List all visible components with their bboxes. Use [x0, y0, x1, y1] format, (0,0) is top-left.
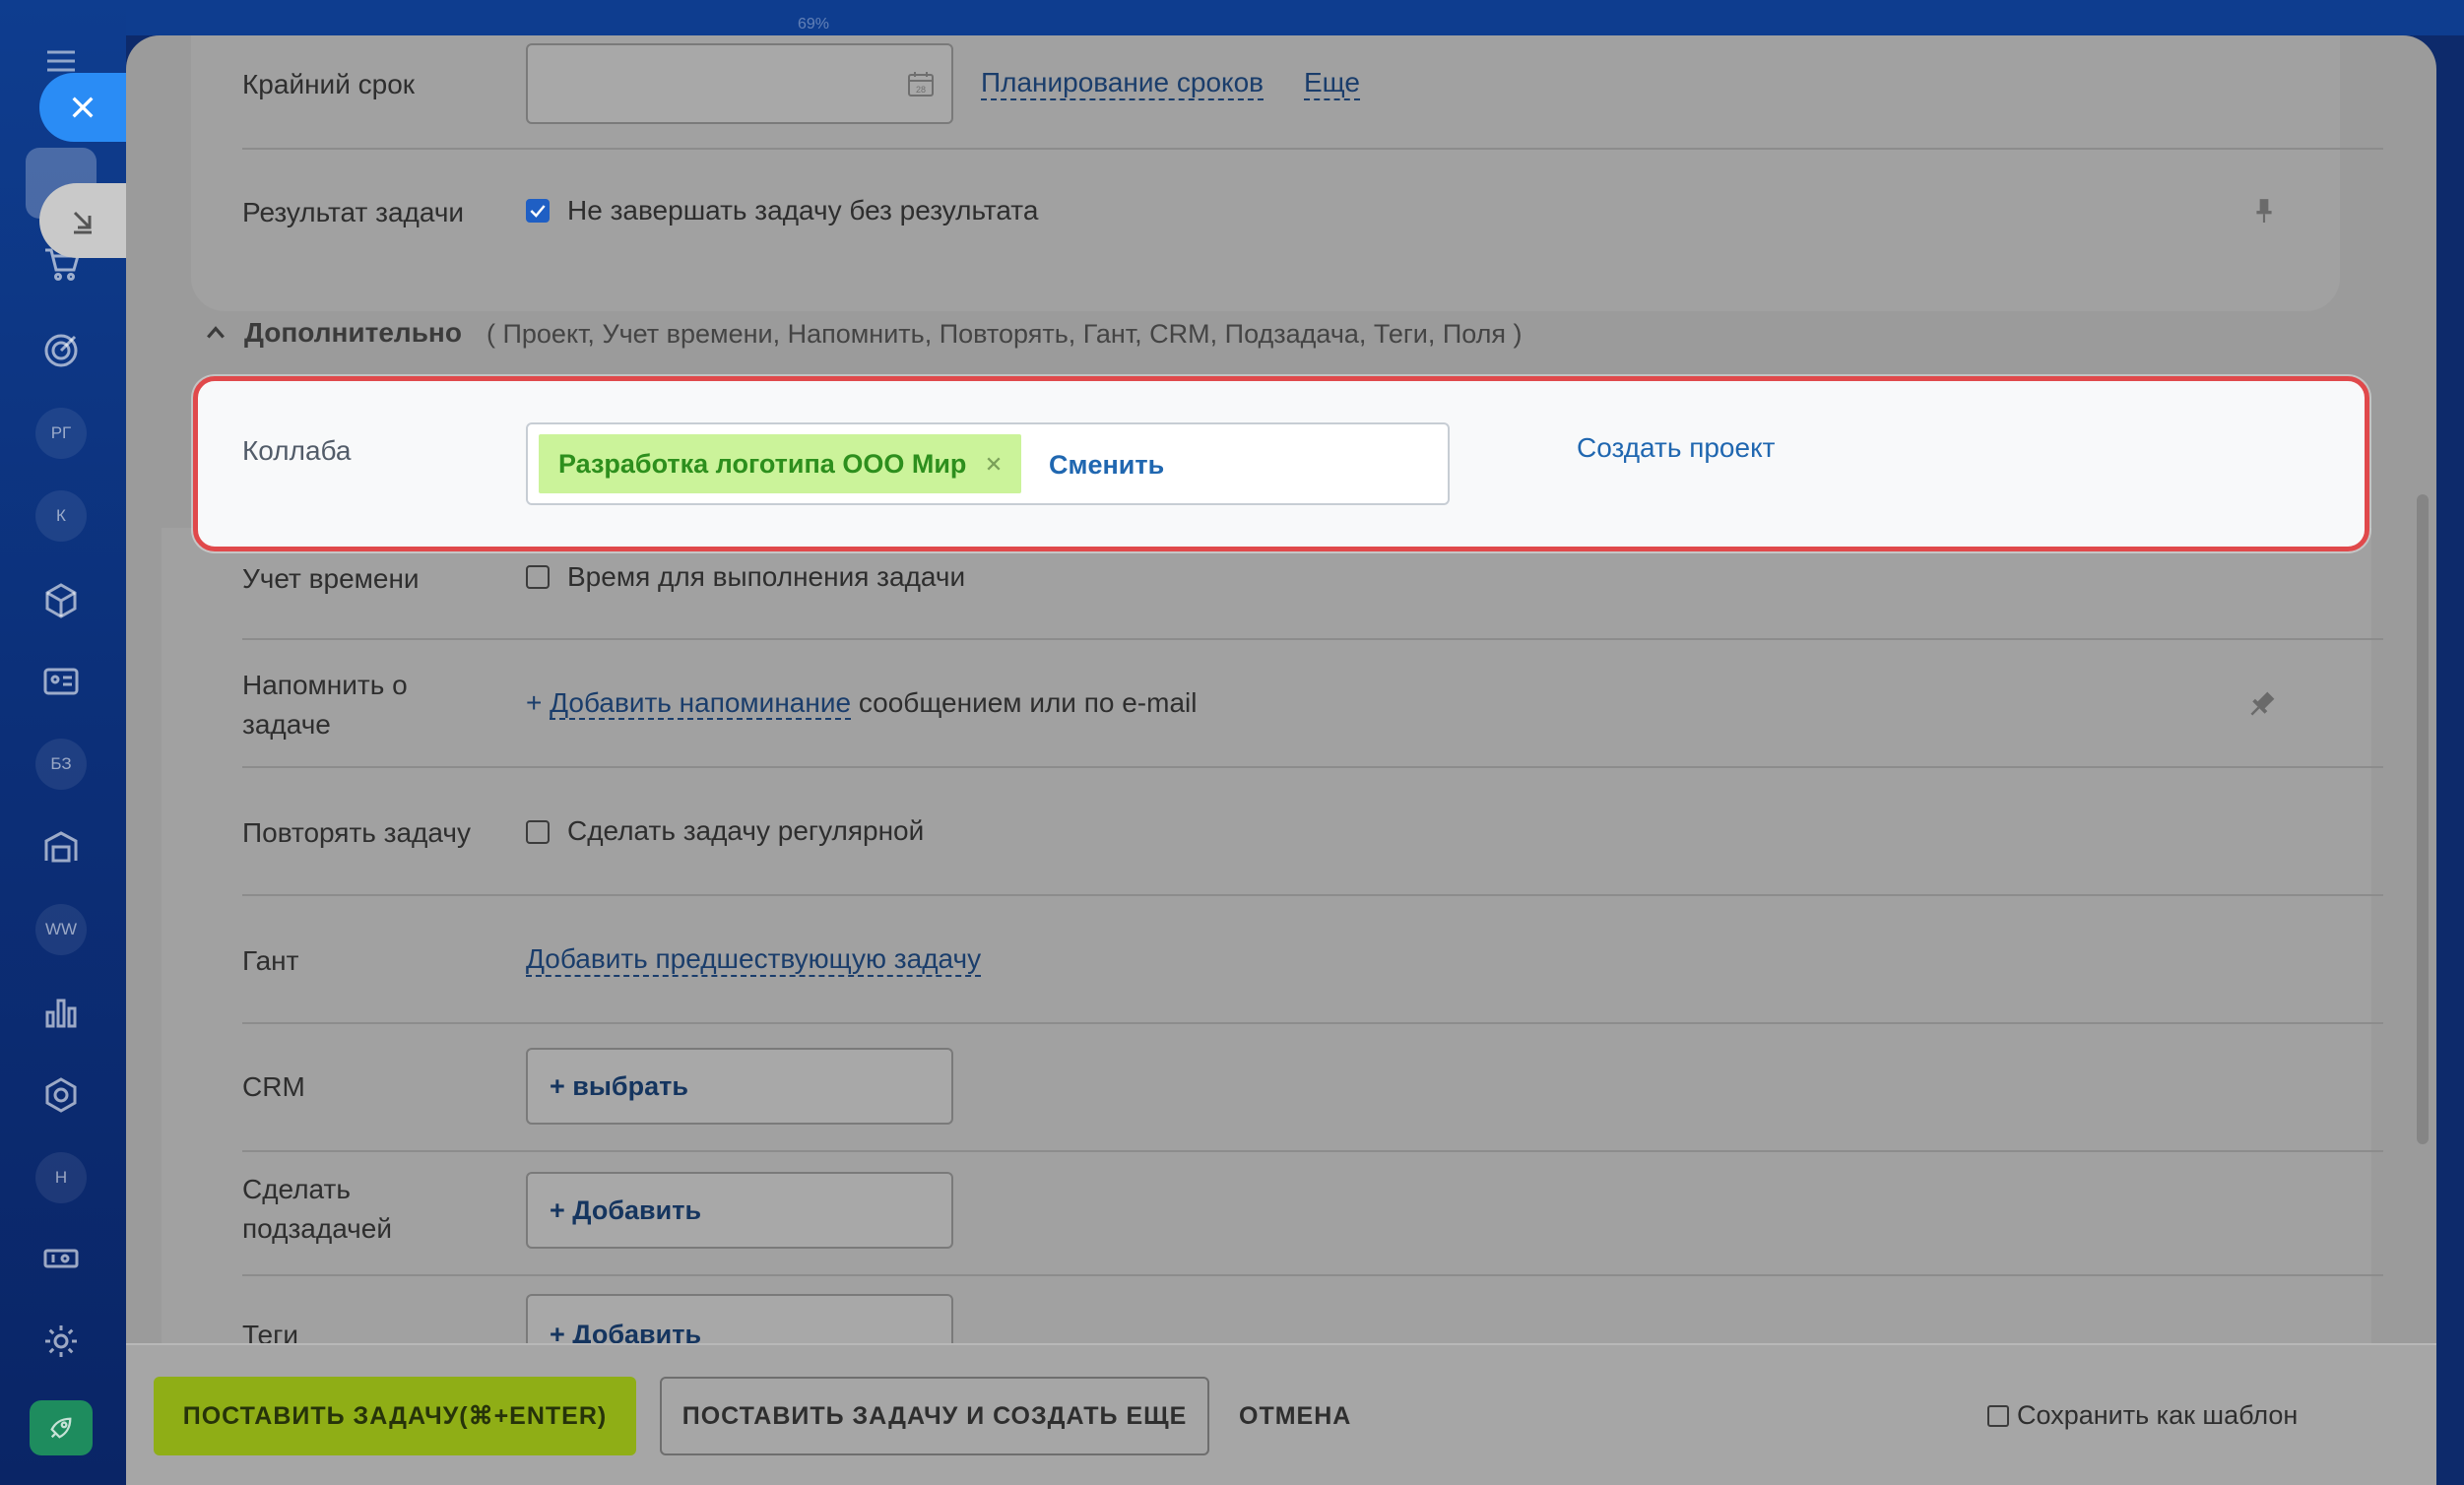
save-as-template[interactable]: Сохранить как шаблон — [1987, 1400, 2298, 1431]
result-label: Результат задачи — [242, 197, 465, 227]
checkmark-icon — [530, 205, 546, 218]
submit-task-button[interactable]: ПОСТАВИТЬ ЗАДАЧУ(⌘+ENTER) — [154, 1377, 636, 1455]
result-checkbox[interactable] — [526, 199, 550, 223]
minimize-arrow-icon — [73, 211, 92, 234]
sidebar-badge-bz[interactable]: БЗ — [35, 739, 87, 790]
deadline-label: Крайний срок — [242, 69, 416, 99]
reminder-label-line2: задаче — [242, 709, 331, 740]
sidebar-badge-k[interactable]: К — [35, 490, 87, 542]
form-footer: ПОСТАВИТЬ ЗАДАЧУ(⌘+ENTER) ПОСТАВИТЬ ЗАДА… — [126, 1343, 2436, 1485]
time-tracking-label: Учет времени — [242, 563, 420, 594]
minimize-button[interactable] — [39, 183, 126, 258]
add-predecessor-link[interactable]: Добавить предшествующую задачу — [526, 943, 982, 977]
project-label: Коллаба — [242, 435, 352, 466]
main-fields-card — [191, 35, 2340, 311]
scrollbar[interactable] — [2417, 494, 2429, 1144]
reminder-line: + Добавить напоминание сообщением или по… — [526, 687, 1198, 720]
task-form-panel: Крайний срок 28 Планирование сроков Еще … — [126, 35, 2436, 1485]
project-change-link[interactable]: Сменить — [1049, 450, 1164, 481]
divider — [242, 638, 2383, 640]
chart-icon[interactable] — [33, 985, 89, 1040]
subtask-label-line2: подзадачей — [242, 1213, 392, 1244]
pin-icon[interactable] — [2247, 689, 2277, 719]
sidebar-badge-rg[interactable]: РГ — [35, 408, 87, 459]
cancel-button[interactable]: ОТМЕНА — [1239, 1377, 1351, 1455]
add-reminder-link[interactable]: Добавить напоминание — [550, 687, 852, 720]
gantt-label: Гант — [242, 945, 299, 976]
submit-and-create-more-button[interactable]: ПОСТАВИТЬ ЗАДАЧУ И СОЗДАТЬ ЕЩЕ — [660, 1377, 1209, 1455]
devices-icon[interactable] — [33, 1231, 89, 1286]
crm-label: CRM — [242, 1071, 305, 1102]
top-bar — [126, 0, 2464, 35]
project-row-highlighted: Коллаба Разработка логотипа ООО Мир Смен… — [193, 376, 2369, 551]
reminder-suffix: сообщением или по e-mail — [858, 687, 1198, 718]
gear-icon[interactable] — [33, 1314, 89, 1369]
additional-section-title[interactable]: Дополнительно — [244, 317, 462, 349]
chevron-up-icon[interactable] — [205, 322, 227, 344]
warehouse-icon[interactable] — [33, 819, 89, 874]
close-icon — [72, 97, 94, 118]
deadline-more-link[interactable]: Еще — [1304, 67, 1360, 100]
svg-text:28: 28 — [916, 85, 926, 95]
contact-card-icon[interactable] — [33, 654, 89, 709]
save-template-checkbox[interactable] — [1987, 1404, 2009, 1427]
remove-tag-icon[interactable] — [986, 456, 1002, 472]
divider — [242, 894, 2383, 896]
sidebar-badge-ww[interactable]: WW — [35, 904, 87, 955]
reminder-plus[interactable]: + — [526, 687, 542, 718]
subtask-label-line1: Сделать — [242, 1174, 351, 1204]
sidebar-badge-n[interactable]: Н — [35, 1152, 87, 1203]
divider — [242, 1022, 2383, 1024]
rocket-icon[interactable] — [30, 1400, 93, 1455]
crm-select-button[interactable]: + выбрать — [526, 1048, 953, 1125]
project-tag: Разработка логотипа ООО Мир — [539, 434, 1022, 493]
repeat-checkbox[interactable] — [526, 820, 550, 844]
reminder-label-line1: Напомнить о — [242, 670, 408, 700]
deadline-planning-link[interactable]: Планирование сроков — [981, 67, 1264, 100]
hexagon-icon[interactable] — [33, 1067, 89, 1123]
repeat-checkbox-label[interactable]: Сделать задачу регулярной — [567, 815, 924, 847]
repeat-label: Повторять задачу — [242, 817, 471, 848]
save-template-label: Сохранить как шаблон — [2017, 1400, 2299, 1430]
zoom-indicator: 69% — [798, 16, 830, 32]
divider — [242, 1150, 2383, 1152]
target-icon[interactable] — [33, 323, 89, 378]
divider — [242, 1274, 2383, 1276]
result-checkbox-label[interactable]: Не завершать задачу без результата — [567, 195, 1038, 226]
pin-icon[interactable] — [2251, 193, 2277, 226]
additional-section-items[interactable]: ( Проект, Учет времени, Напомнить, Повто… — [486, 319, 1523, 350]
calendar-icon[interactable]: 28 — [906, 69, 936, 98]
cube-icon[interactable] — [33, 573, 89, 628]
project-selector[interactable]: Разработка логотипа ООО Мир Сменить — [526, 422, 1450, 505]
divider — [242, 766, 2383, 768]
project-tag-label: Разработка логотипа ООО Мир — [558, 448, 967, 479]
deadline-input[interactable]: 28 — [526, 43, 953, 124]
time-tracking-checkbox-label[interactable]: Время для выполнения задачи — [567, 561, 965, 593]
create-project-link[interactable]: Создать проект — [1577, 432, 1775, 464]
subtask-add-button[interactable]: + Добавить — [526, 1172, 953, 1249]
close-button[interactable] — [39, 73, 126, 142]
time-tracking-checkbox[interactable] — [526, 565, 550, 589]
divider — [242, 148, 2383, 150]
additional-fields-card — [162, 528, 2371, 1414]
